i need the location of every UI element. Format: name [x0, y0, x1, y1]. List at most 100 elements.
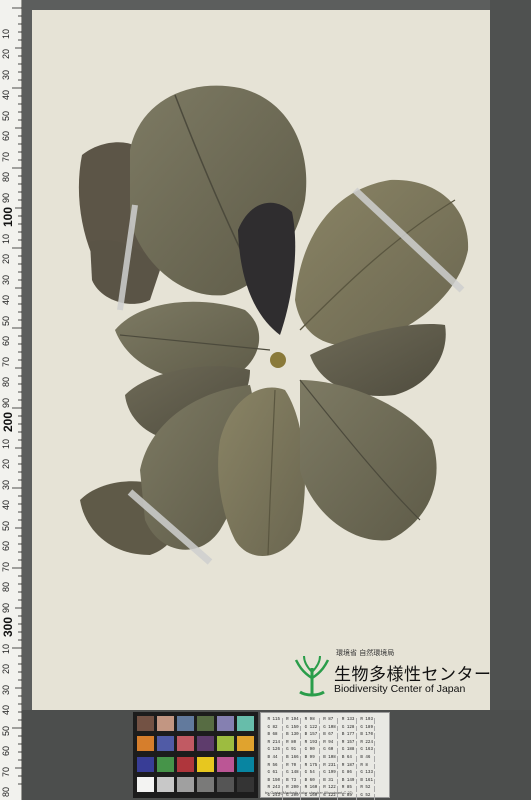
- rgb-value: G 60: [322, 748, 339, 754]
- rgb-value: R 8: [359, 763, 376, 770]
- rgb-value: R 194: [285, 718, 302, 724]
- color-swatch: [137, 736, 154, 752]
- rgb-value: G 189: [359, 725, 376, 732]
- rgb-value: G 199: [322, 771, 339, 777]
- ruler-label: 10: [1, 438, 11, 449]
- rgb-value: G 163: [359, 748, 376, 754]
- rgb-value: G 188: [340, 748, 357, 754]
- color-swatch: [197, 776, 214, 792]
- measurement-ruler: 10 20 30 40 50 60 70 80 90 100 10 20 30 40 50 60 70 80 90 2…: [0, 0, 22, 800]
- color-swatch: [177, 716, 194, 731]
- rgb-value: B 177: [340, 733, 357, 739]
- ruler-label: 80: [1, 786, 11, 797]
- rgb-value: R 115: [266, 718, 283, 724]
- color-swatch: [237, 776, 254, 792]
- rgb-value: R 231: [322, 763, 339, 770]
- rgb-row: B 68 B 130 B 157 B 67 B 177 B 170: [266, 733, 376, 739]
- rgb-value: B 166: [285, 755, 302, 762]
- ruler-label: 30: [1, 479, 11, 490]
- rgb-value: G 91: [285, 748, 302, 754]
- rgb-value: R 214: [266, 740, 283, 747]
- rgb-value: R 224: [359, 740, 376, 747]
- ruler-major-label: 200: [1, 411, 15, 432]
- ruler-label: 40: [1, 294, 11, 305]
- ruler-label: 70: [1, 766, 11, 777]
- ruler-label: 60: [1, 540, 11, 551]
- color-swatch: [197, 716, 214, 731]
- ruler-label: 70: [1, 356, 11, 367]
- rgb-value: G 133: [359, 771, 376, 777]
- color-swatch: [157, 756, 174, 772]
- ruler-label: 10: [1, 233, 11, 244]
- color-swatch: [157, 736, 174, 752]
- ruler-label: 60: [1, 335, 11, 346]
- rgb-value: B 108: [322, 755, 339, 762]
- rgb-value: G 108: [322, 725, 339, 732]
- color-swatch: [177, 756, 194, 772]
- rgb-value: B 67: [322, 733, 339, 739]
- color-checker-chart: [133, 712, 258, 798]
- color-swatch: [217, 776, 234, 792]
- rgb-value: B 46: [359, 755, 376, 762]
- color-swatch: [237, 716, 254, 731]
- ruler-label: 90: [1, 192, 11, 203]
- leaf-right-upper: [295, 179, 469, 346]
- ruler-label: 80: [1, 581, 11, 592]
- color-swatch: [137, 756, 154, 772]
- rgb-value: G 52: [359, 793, 376, 800]
- rgb-row: R 56 R 70 R 175 R 231 R 187 R 8: [266, 763, 376, 770]
- rgb-value: B 150: [266, 778, 283, 785]
- ruler-label: 20: [1, 458, 11, 469]
- ruler-label: 80: [1, 171, 11, 182]
- ruler-label: 60: [1, 130, 11, 141]
- rgb-value: B 161: [359, 778, 376, 785]
- rgb-row: R 214 R 80 R 193 R 94 R 157 R 224: [266, 740, 376, 747]
- ruler-label: 40: [1, 704, 11, 715]
- rgb-value: R 56: [266, 763, 283, 770]
- rgb-value: R 133: [340, 718, 357, 724]
- ruler-label: 70: [1, 561, 11, 572]
- rgb-value: B 31: [322, 778, 339, 785]
- rgb-value: R 175: [303, 763, 320, 770]
- rgb-value: R 187: [340, 763, 357, 770]
- ministry-label: 環境省 自然環境局: [336, 649, 395, 657]
- rgb-row: R 115 R 194 R 98 R 87 R 133 R 103: [266, 718, 376, 724]
- rgb-value: G 54: [303, 771, 320, 777]
- rgb-value-table: R 115 R 194 R 98 R 87 R 133 R 103 G 82 G 150 G 1…: [264, 716, 377, 800]
- color-swatch: [217, 736, 234, 752]
- ruler-label: 10: [1, 643, 11, 654]
- color-swatch: [237, 756, 254, 772]
- rgb-value: G 128: [340, 725, 357, 732]
- rgb-value: B 60: [303, 778, 320, 785]
- rgb-value: G 126: [266, 748, 283, 754]
- rgb-value: G 148: [285, 771, 302, 777]
- ruler-label: 40: [1, 499, 11, 510]
- rgb-value: B 64: [340, 755, 357, 762]
- rgb-row: B 150 B 73 B 60 B 31 B 149 B 161: [266, 778, 376, 785]
- ruler-label: 50: [1, 520, 11, 531]
- rgb-row: G 82 G 150 G 122 G 108 G 128 G 189: [266, 725, 376, 732]
- rgb-value: R 70: [285, 763, 302, 770]
- ruler-label: 30: [1, 69, 11, 80]
- color-swatch: [157, 716, 174, 731]
- ruler-label: 90: [1, 602, 11, 613]
- rgb-value: B 170: [359, 733, 376, 739]
- rgb-value: G 122: [303, 725, 320, 732]
- ruler-label: 20: [1, 663, 11, 674]
- rgb-row: G 126 G 91 G 90 G 60 G 188 G 163: [266, 748, 376, 754]
- rgb-value: R 103: [359, 718, 376, 724]
- rgb-value: R 87: [322, 718, 339, 724]
- color-reference-card: R 115 R 194 R 98 R 87 R 133 R 103 G 82 G 150 G 1…: [260, 712, 390, 800]
- color-card-caption: by GretagMacbeth color checker (Illumina…: [265, 790, 353, 795]
- rgb-value: B 44: [266, 755, 283, 762]
- ruler-label: 60: [1, 745, 11, 756]
- rgb-value: B 73: [285, 778, 302, 785]
- color-swatch: [157, 776, 174, 792]
- ruler-label: 90: [1, 397, 11, 408]
- ruler-major-label: 100: [1, 206, 15, 227]
- rgb-value: R 52: [359, 786, 376, 792]
- color-swatch: [197, 736, 214, 752]
- herbarium-scan: 10 20 30 40 50 60 70 80 90 100 10 20 30 40 50 60 70 80 90 2…: [0, 0, 531, 800]
- rgb-value: B 68: [266, 733, 283, 739]
- rgb-value: R 94: [322, 740, 339, 747]
